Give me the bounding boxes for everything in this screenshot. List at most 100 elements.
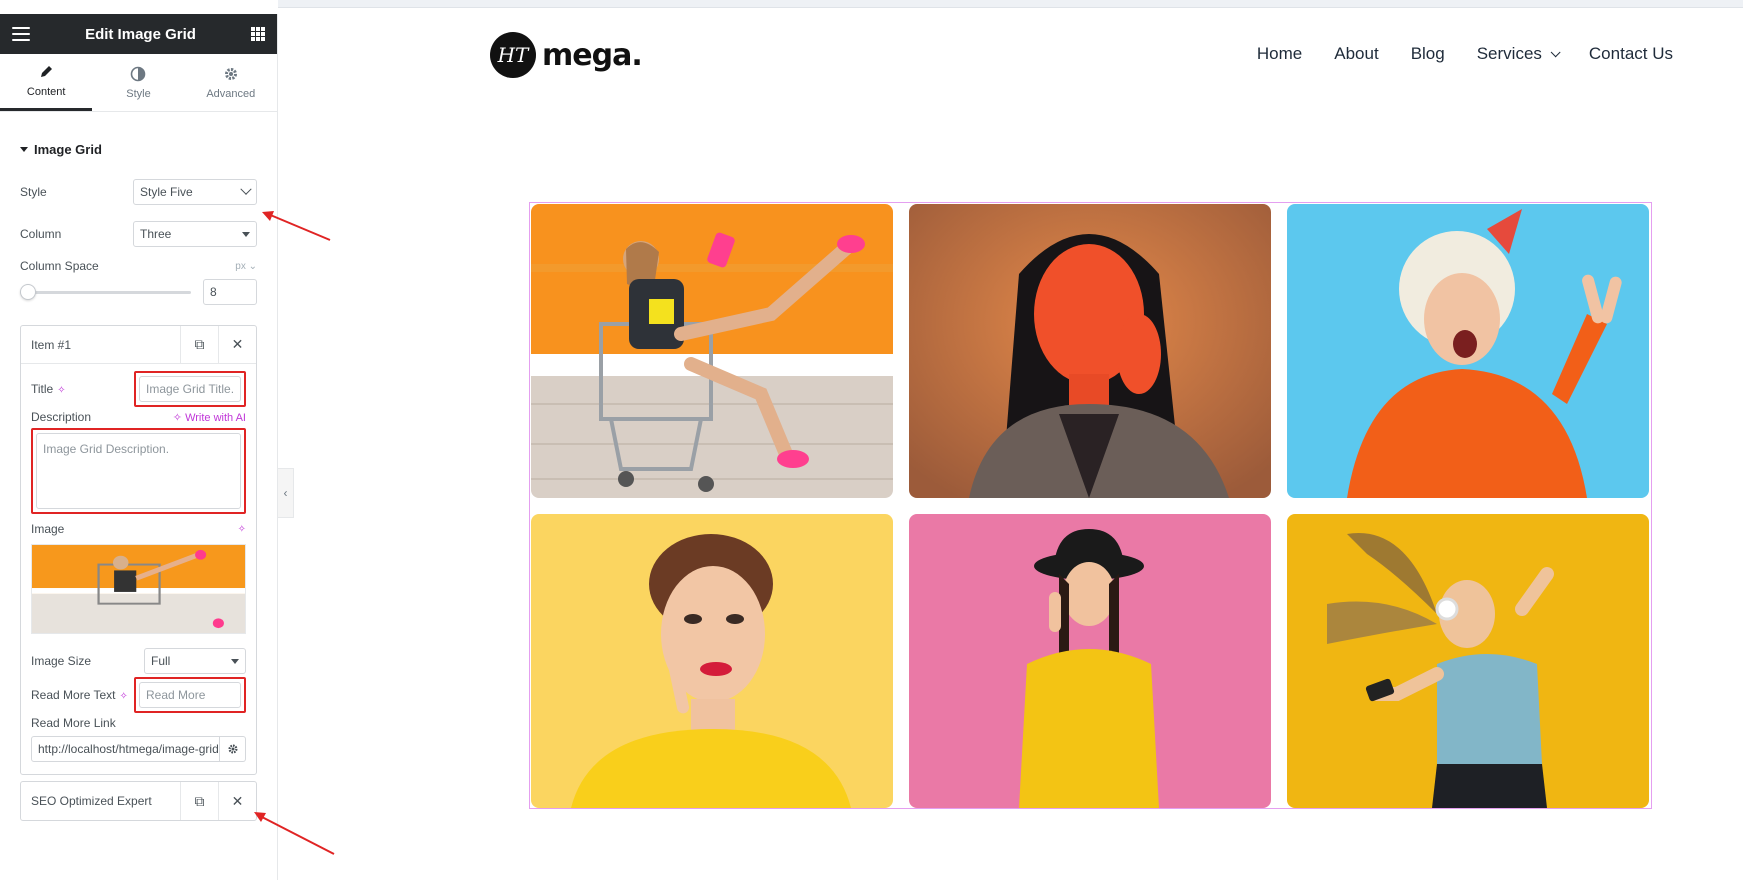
repeater-item-1-body: Title ✧ Image Grid Title. Description ✧ W… xyxy=(21,364,256,774)
logo-text: mega. xyxy=(542,37,643,73)
link-options-gear-icon[interactable] xyxy=(220,736,246,762)
highlight-box-description: Image Grid Description. xyxy=(31,428,246,514)
read-more-link-label-row: Read More Link xyxy=(31,712,246,734)
tab-content-label: Content xyxy=(26,86,66,98)
grid-image-shopping-cart-girl[interactable] xyxy=(531,204,893,498)
pencil-icon xyxy=(41,66,53,77)
grid-image-headphones-dancer[interactable] xyxy=(1287,514,1649,808)
repeater-item-1-header[interactable]: Item #1 ⧉ ✕ xyxy=(21,325,256,364)
collapse-panel-chevron-left-icon[interactable]: ‹ xyxy=(278,468,294,518)
column-select[interactable]: Three xyxy=(133,221,257,247)
image-size-value: Full xyxy=(151,654,171,668)
grid-image-blonde-peace-sign[interactable] xyxy=(1287,204,1649,498)
read-more-link-label: Read More Link xyxy=(31,716,116,730)
annotation-arrow-style xyxy=(262,211,331,241)
style-control: Style Style Five xyxy=(0,171,277,213)
style-select-value: Style Five xyxy=(140,185,193,199)
repeater-item-2: SEO Optimized Expert ⧉ ✕ xyxy=(20,781,257,821)
annotation-arrow-link xyxy=(254,812,335,855)
panel-tabs: Content Style Advanced xyxy=(0,54,277,112)
panel-title: Edit Image Grid xyxy=(85,25,196,43)
highlight-box-title: Image Grid Title. xyxy=(134,371,246,407)
contrast-icon xyxy=(131,66,146,81)
tab-advanced[interactable]: Advanced xyxy=(185,54,277,111)
tab-style-label: Style xyxy=(126,87,151,100)
tab-style[interactable]: Style xyxy=(92,54,184,111)
nav-label: Contact Us xyxy=(1588,44,1673,63)
repeater-item-1: Item #1 ⧉ ✕ Title ✧ Image Grid Title. Des… xyxy=(20,325,257,775)
repeater-item-2-title: SEO Optimized Expert xyxy=(31,794,152,808)
tab-content[interactable]: Content xyxy=(0,54,93,111)
nav-item-contact[interactable]: Contact Us xyxy=(1589,44,1673,64)
nav-label: Blog xyxy=(1410,44,1445,63)
chevron-down-icon xyxy=(1550,46,1561,57)
grid-image-yellow-sweater-portrait[interactable] xyxy=(531,514,893,808)
column-space-slider[interactable] xyxy=(20,283,191,300)
tab-advanced-label: Advanced xyxy=(206,87,256,100)
caret-down-icon xyxy=(20,147,28,152)
read-more-text-label: Read More Text xyxy=(31,688,116,702)
write-with-ai-link[interactable]: ✧ Write with AI xyxy=(173,411,246,424)
read-more-text-row: Read More Text ✧ Read More xyxy=(31,677,246,713)
column-space-input[interactable]: 8 xyxy=(203,279,257,305)
column-space-slider-row: 8 xyxy=(0,277,277,307)
grid-image-black-hat-woman[interactable] xyxy=(909,514,1271,808)
nav-label: Home xyxy=(1256,44,1303,63)
read-more-text-input[interactable]: Read More xyxy=(139,682,241,708)
description-label: Description xyxy=(31,410,92,424)
image-thumbnail[interactable] xyxy=(31,544,246,634)
editor-panel: Edit Image Grid Content Style Advanced I… xyxy=(0,14,278,880)
description-textarea[interactable]: Image Grid Description. xyxy=(36,433,241,509)
nav-label: About xyxy=(1334,44,1379,63)
read-more-link-input[interactable]: http://localhost/htmega/image-grid xyxy=(31,736,220,762)
read-more-link-row: http://localhost/htmega/image-grid xyxy=(31,734,246,764)
browser-top-strip xyxy=(278,0,1743,8)
style-label: Style xyxy=(20,185,47,199)
title-label: Title xyxy=(31,382,54,396)
repeater-item-2-header[interactable]: SEO Optimized Expert ⧉ ✕ xyxy=(21,782,256,820)
image-size-select[interactable]: Full xyxy=(144,648,246,674)
nav-item-blog[interactable]: Blog xyxy=(1411,44,1445,64)
repeater-item-1-title: Item #1 xyxy=(31,337,72,352)
write-with-ai-label: Write with AI xyxy=(185,411,246,424)
chevron-down-icon xyxy=(240,183,252,195)
image-size-label: Image Size xyxy=(31,654,92,668)
ai-sparkle-icon[interactable]: ✧ xyxy=(238,524,246,535)
description-field-row: Description ✧ Write with AI xyxy=(31,406,246,428)
nav-item-home[interactable]: Home xyxy=(1257,44,1302,64)
image-grid-widget[interactable] xyxy=(529,202,1652,809)
image-size-row: Image Size Full xyxy=(31,644,246,678)
column-space-control: Column Space px ⌄ xyxy=(0,255,277,277)
section-title: Image Grid xyxy=(34,142,102,157)
duplicate-icon[interactable]: ⧉ xyxy=(180,325,218,364)
title-field-row: Title ✧ Image Grid Title. xyxy=(31,371,246,407)
gear-icon xyxy=(224,67,237,80)
duplicate-icon[interactable]: ⧉ xyxy=(180,782,218,820)
nav-item-services[interactable]: Services xyxy=(1477,44,1561,64)
title-input[interactable]: Image Grid Title. xyxy=(139,376,241,402)
style-select[interactable]: Style Five xyxy=(133,179,257,205)
column-select-value: Three xyxy=(140,227,172,241)
ai-sparkle-icon[interactable]: ✧ xyxy=(57,385,65,396)
ai-sparkle-icon[interactable]: ✧ xyxy=(120,691,128,702)
hamburger-menu-icon[interactable] xyxy=(12,27,30,41)
image-field-row: Image ✧ xyxy=(31,514,246,544)
section-toggle-image-grid[interactable]: Image Grid xyxy=(0,112,277,171)
close-icon[interactable]: ✕ xyxy=(218,325,256,364)
column-control: Column Three xyxy=(0,213,277,255)
nav-item-about[interactable]: About xyxy=(1334,44,1378,64)
column-space-label: Column Space xyxy=(20,259,99,273)
widgets-grid-icon[interactable] xyxy=(250,27,265,41)
highlight-box-read-more: Read More xyxy=(134,677,246,713)
site-logo[interactable]: HT mega. xyxy=(490,32,643,78)
dropdown-triangle-icon xyxy=(231,658,239,664)
unit-switcher[interactable]: px ⌄ xyxy=(235,261,257,272)
main-nav: Home About Blog Services Contact Us xyxy=(1257,44,1673,64)
image-label: Image xyxy=(31,522,65,536)
grid-image-red-light-portrait[interactable] xyxy=(909,204,1271,498)
column-label: Column xyxy=(20,227,62,241)
shopping-cart-girl-thumbnail xyxy=(32,545,245,633)
slider-handle[interactable] xyxy=(20,283,36,300)
unit-value: px xyxy=(235,260,246,272)
dropdown-triangle-icon xyxy=(242,231,250,237)
